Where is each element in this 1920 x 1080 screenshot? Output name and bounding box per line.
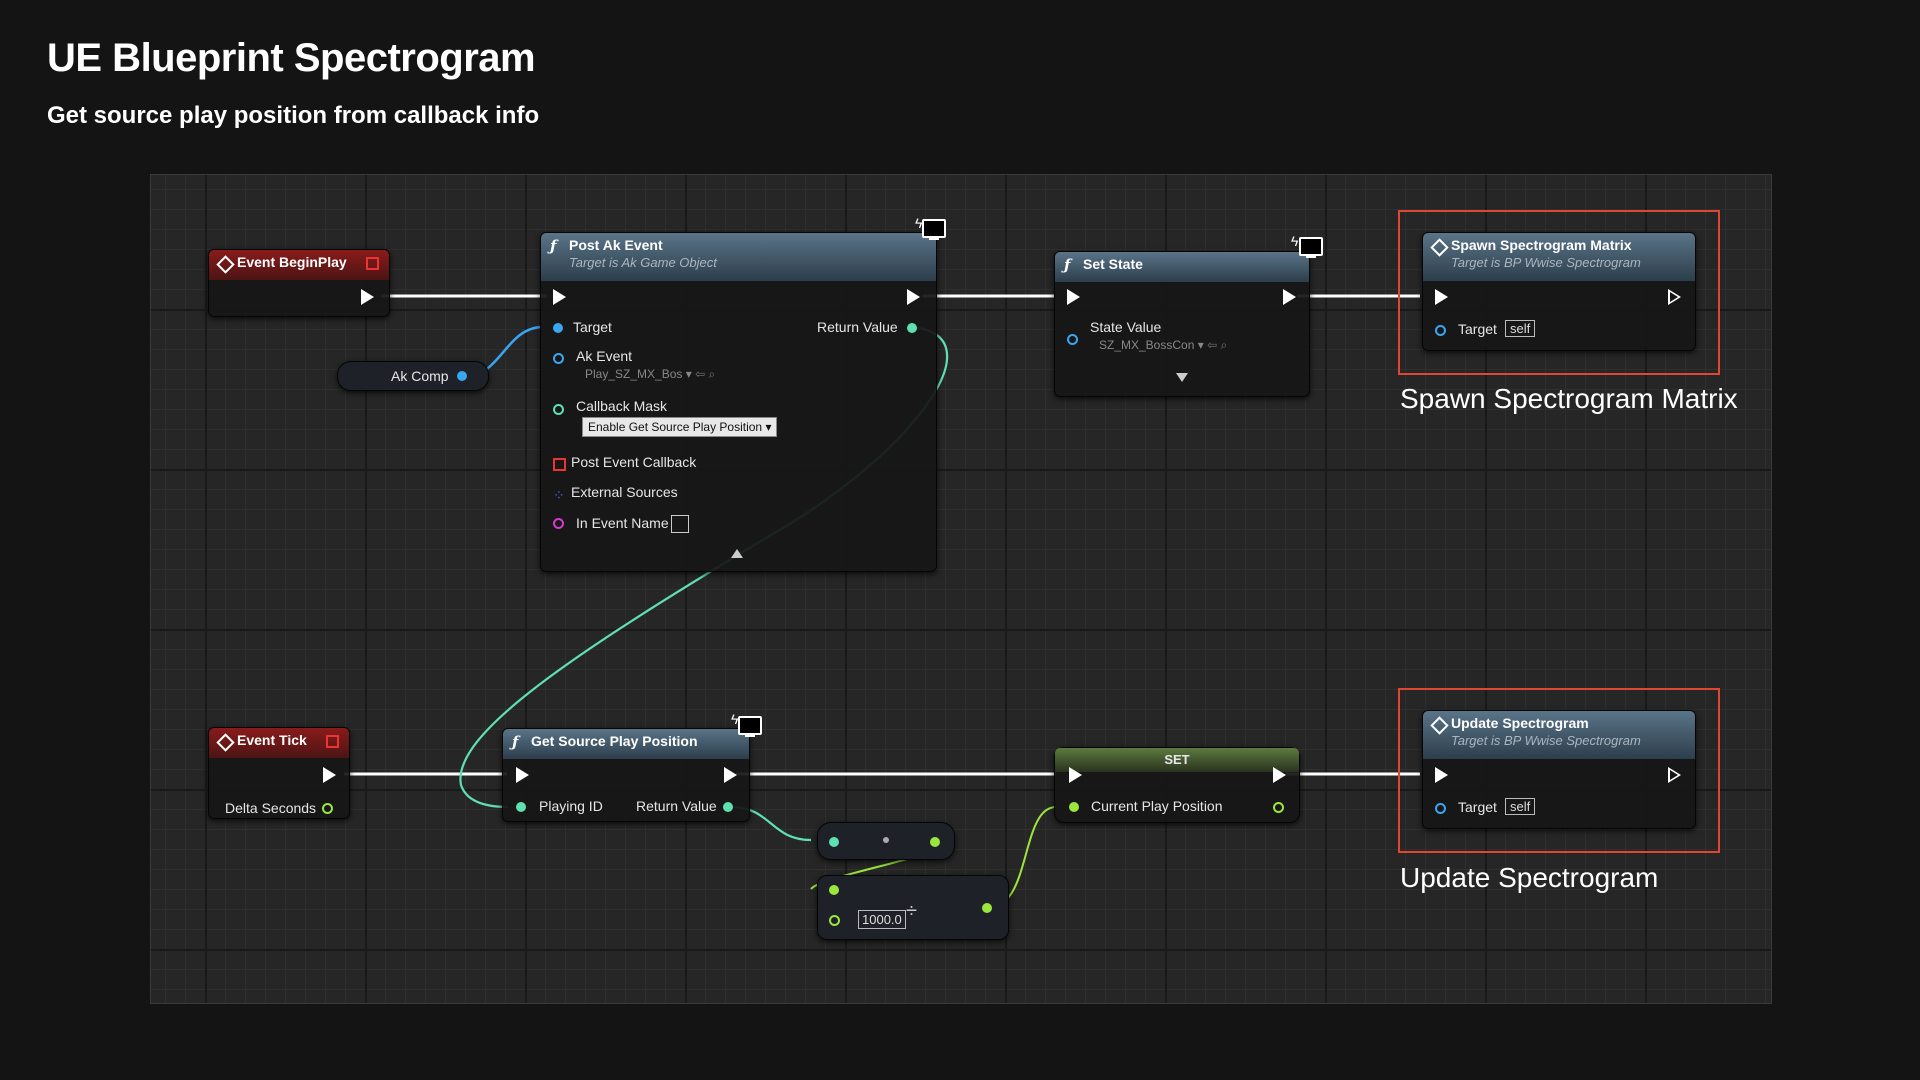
convert-dot-icon (883, 837, 889, 843)
spawn-highlight-box (1398, 210, 1720, 375)
exec-in-pin[interactable] (516, 767, 529, 783)
event-tick-node[interactable]: Event Tick Delta Seconds (208, 727, 350, 819)
in-event-name-pin[interactable] (553, 518, 564, 529)
monitor-icon (738, 716, 762, 737)
ak-event-label: Ak Event (576, 348, 633, 364)
playing-id-label: Playing ID (539, 798, 603, 814)
in-event-name-label: In Event Name (576, 515, 669, 531)
ak-event-value: Play_SZ_MX_Bos (585, 367, 683, 381)
exec-out-pin[interactable] (1283, 289, 1296, 305)
post-ak-event-node[interactable]: ƒ Post Ak Event Target is Ak Game Object… (540, 232, 937, 572)
event-tick-title: Event Tick (237, 732, 307, 748)
post-ak-event-title: Post Ak Event (569, 237, 663, 253)
collapse-arrow-icon[interactable] (731, 549, 743, 558)
conversion-node[interactable] (817, 822, 955, 860)
ak-event-dropdown[interactable]: Play_SZ_MX_Bos ▾ ⇦ ⌕ (585, 367, 715, 382)
callback-mask-value: Enable Get Source Play Position (588, 420, 763, 434)
event-diamond-icon (216, 255, 235, 274)
convert-in-pin[interactable] (829, 837, 839, 847)
ak-event-pin[interactable] (553, 353, 564, 364)
divide-b-field[interactable]: 1000.0 (858, 910, 906, 929)
callback-mask-dropdown[interactable]: Enable Get Source Play Position ▾ (582, 417, 778, 437)
state-value: SZ_MX_BossCon (1099, 338, 1195, 352)
ak-comp-node[interactable]: Ak Comp (337, 361, 489, 391)
set-state-header: ƒ Set State (1055, 252, 1309, 282)
current-play-position-in-pin[interactable] (1069, 802, 1079, 812)
expand-arrow-icon[interactable] (1176, 373, 1188, 382)
update-highlight-box (1398, 688, 1720, 853)
exec-out-pin[interactable] (1273, 767, 1286, 783)
set-header: SET (1055, 748, 1299, 772)
return-value-pin[interactable] (723, 802, 733, 812)
update-annotation: Update Spectrogram (1400, 862, 1659, 893)
return-value-label: Return Value (636, 798, 717, 814)
divide-symbol: ÷ (906, 900, 917, 922)
ak-comp-label: Ak Comp (391, 368, 449, 384)
page-title: UE Blueprint Spectrogram (47, 36, 536, 80)
playing-id-pin[interactable] (516, 802, 526, 812)
return-value-label: Return Value (817, 319, 898, 335)
state-value-label: State Value (1090, 319, 1162, 335)
array-icon[interactable]: ⁘ (553, 487, 565, 504)
function-icon: ƒ (550, 237, 557, 255)
convert-out-pin[interactable] (930, 837, 940, 847)
monitor-icon (922, 219, 946, 240)
post-event-callback-pin[interactable] (553, 458, 566, 471)
event-tick-header: Event Tick (209, 728, 349, 758)
post-ak-event-subtitle: Target is Ak Game Object (569, 255, 717, 270)
function-icon: ƒ (512, 733, 519, 751)
set-node[interactable]: SET Current Play Position (1054, 747, 1300, 823)
blueprint-graph[interactable]: Event BeginPlay Ak Comp ƒ Post Ak Event … (150, 174, 1772, 1004)
divide-node[interactable]: 1000.0 ÷ (817, 875, 1009, 940)
current-play-position-label: Current Play Position (1091, 798, 1223, 814)
divide-a-pin[interactable] (829, 885, 839, 895)
current-play-position-out-pin[interactable] (1273, 802, 1284, 813)
use-selected-icon[interactable]: ⇦ (695, 367, 705, 381)
divide-b-pin[interactable] (829, 915, 840, 926)
monitor-icon (1299, 237, 1323, 258)
page-subtitle: Get source play position from callback i… (47, 102, 540, 129)
exec-in-pin[interactable] (1069, 767, 1082, 783)
set-state-title: Set State (1083, 256, 1143, 272)
exec-in-pin[interactable] (553, 289, 566, 305)
function-icon: ƒ (1064, 256, 1071, 274)
browse-icon[interactable]: ⌕ (1220, 338, 1227, 352)
delegate-icon[interactable] (326, 735, 339, 748)
return-value-pin[interactable] (907, 323, 917, 333)
use-selected-icon[interactable]: ⇦ (1207, 338, 1217, 352)
spawn-annotation: Spawn Spectrogram Matrix (1400, 383, 1738, 414)
state-value-dropdown[interactable]: SZ_MX_BossCon ▾ ⇦ ⌕ (1099, 338, 1227, 353)
event-beginplay-title: Event BeginPlay (237, 254, 347, 270)
exec-out-pin[interactable] (361, 289, 374, 305)
set-state-node[interactable]: ƒ Set State State Value SZ_MX_BossCon ▾ … (1054, 251, 1310, 397)
delegate-icon[interactable] (366, 257, 379, 270)
set-title: SET (1164, 752, 1190, 767)
get-source-title: Get Source Play Position (531, 733, 698, 749)
state-value-pin[interactable] (1067, 334, 1078, 345)
in-event-name-field[interactable] (671, 515, 689, 533)
target-pin[interactable] (553, 323, 563, 333)
exec-in-pin[interactable] (1067, 289, 1080, 305)
get-source-header: ƒ Get Source Play Position (503, 729, 749, 759)
exec-out-pin[interactable] (323, 767, 336, 783)
exec-out-pin[interactable] (907, 289, 920, 305)
latent-bolt-icon: ϟ (1291, 233, 1299, 249)
delta-seconds-label: Delta Seconds (225, 800, 317, 816)
ak-comp-out-pin[interactable] (457, 371, 467, 381)
exec-out-pin[interactable] (724, 767, 737, 783)
event-diamond-icon (216, 733, 235, 752)
external-sources-label: External Sources (571, 484, 678, 500)
get-source-play-position-node[interactable]: ƒ Get Source Play Position Playing ID Re… (502, 728, 750, 822)
divide-out-pin[interactable] (982, 903, 992, 913)
post-event-callback-label: Post Event Callback (571, 454, 697, 470)
event-beginplay-header: Event BeginPlay (209, 250, 389, 280)
browse-icon[interactable]: ⌕ (709, 367, 716, 381)
delta-seconds-pin[interactable] (322, 803, 333, 814)
target-label: Target (573, 319, 612, 335)
callback-mask-label: Callback Mask (576, 398, 668, 414)
event-beginplay-node[interactable]: Event BeginPlay (208, 249, 390, 317)
post-ak-event-header: ƒ Post Ak Event Target is Ak Game Object (541, 233, 936, 281)
callback-mask-pin[interactable] (553, 404, 564, 415)
